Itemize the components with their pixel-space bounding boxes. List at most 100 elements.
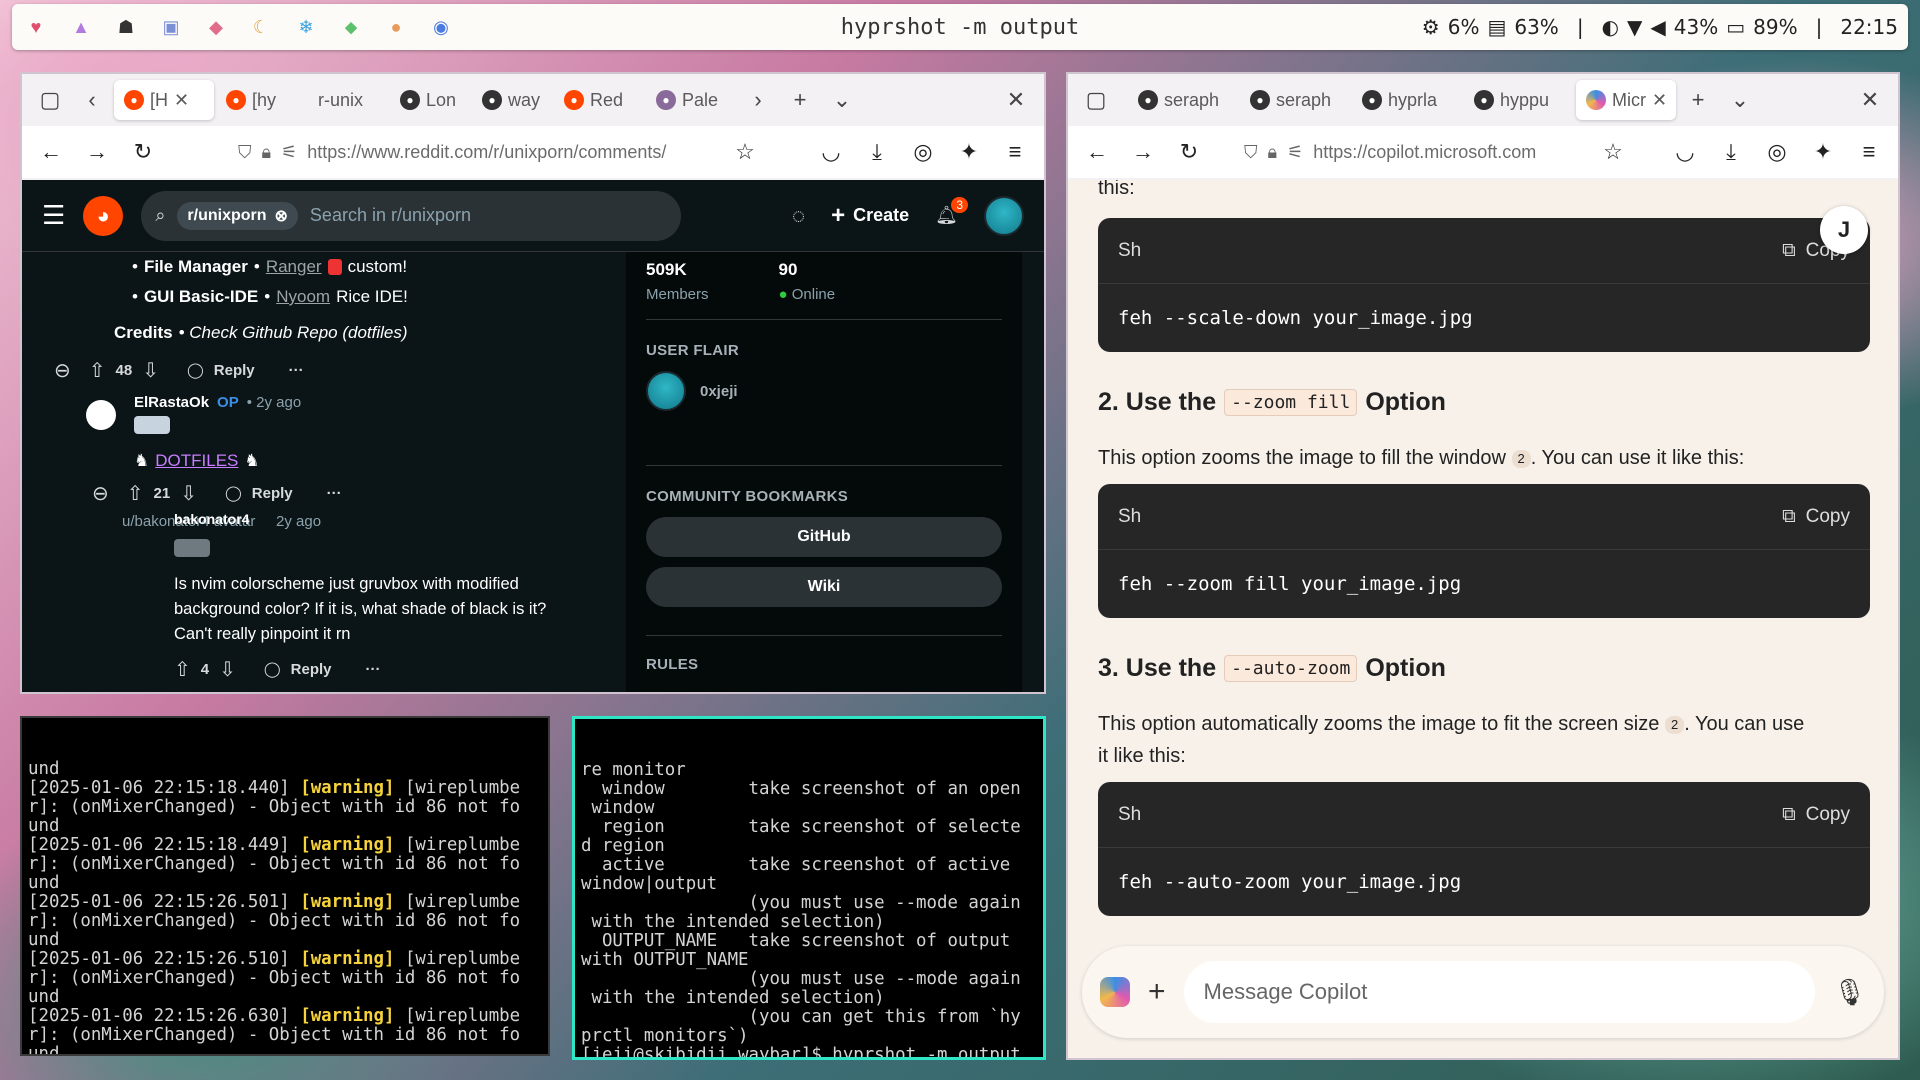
- chat-icon[interactable]: ◌: [792, 203, 805, 229]
- collapse-icon[interactable]: ⊖: [54, 358, 71, 383]
- message-input[interactable]: Message Copilot: [1183, 961, 1815, 1023]
- reply-icon[interactable]: ◯: [187, 361, 204, 379]
- reply-icon[interactable]: ◯: [264, 660, 281, 678]
- tab[interactable]: ● way: [472, 80, 552, 120]
- comment-username[interactable]: ElRastaOk: [134, 394, 209, 411]
- clear-chip-icon[interactable]: ⊗: [275, 206, 288, 226]
- url-text[interactable]: https://www.reddit.com/r/unixporn/commen…: [307, 142, 666, 163]
- extensions-icon[interactable]: ✦: [1802, 131, 1844, 173]
- shield-icon[interactable]: ⛉: [1244, 142, 1258, 163]
- create-button[interactable]: + Create: [831, 202, 909, 230]
- reload-icon[interactable]: ↻: [122, 131, 164, 173]
- elrastaok-avatar[interactable]: [86, 400, 116, 430]
- permissions-icon[interactable]: ⚟: [281, 142, 297, 163]
- notifications-bell-icon[interactable]: 🔔︎ 3: [935, 197, 968, 226]
- reddit-logo-icon[interactable]: ◕: [83, 195, 124, 236]
- moon-icon[interactable]: ☾: [251, 17, 271, 37]
- tab[interactable]: ● Pale: [646, 80, 736, 120]
- microphone-icon[interactable]: 🎙︎: [1833, 977, 1866, 1008]
- volume-icon[interactable]: ◀: [1650, 15, 1665, 39]
- user-avatar[interactable]: [984, 195, 1024, 236]
- comment-username[interactable]: bakonator4: [174, 511, 249, 527]
- downvote-icon[interactable]: ⇩: [142, 358, 159, 383]
- tab[interactable]: ● Red: [554, 80, 644, 120]
- close-tab-icon[interactable]: ✕: [1652, 90, 1667, 111]
- citation-badge[interactable]: 2: [1664, 715, 1685, 734]
- back-icon[interactable]: ←: [30, 131, 72, 173]
- tab[interactable]: ● hyppu: [1464, 80, 1574, 120]
- permissions-icon[interactable]: ⚟: [1287, 142, 1303, 163]
- tab[interactable]: ● seraph: [1128, 80, 1238, 120]
- reply-button[interactable]: Reply: [214, 362, 255, 379]
- more-options-button[interactable]: ···: [366, 661, 381, 678]
- upvote-icon[interactable]: ⇧: [174, 657, 191, 682]
- lock-icon[interactable]: 🔒︎: [1268, 142, 1278, 163]
- wifi-icon[interactable]: ▼: [1627, 15, 1642, 39]
- close-window-icon[interactable]: ✕: [996, 80, 1036, 120]
- snowflake-icon[interactable]: ❄: [296, 17, 316, 37]
- ranger-link[interactable]: Ranger: [266, 257, 322, 277]
- triangle-icon[interactable]: ▲: [71, 17, 91, 37]
- reply-button[interactable]: Reply: [291, 661, 332, 678]
- copy-button[interactable]: ⧉ Copy: [1782, 804, 1850, 826]
- tab-list-chevron-icon[interactable]: ⌄: [1720, 80, 1760, 120]
- collapse-icon[interactable]: ⊖: [92, 481, 109, 506]
- tab-overview-icon[interactable]: ▢: [30, 80, 70, 120]
- tab[interactable]: ● [hy: [216, 80, 306, 120]
- nyoom-link[interactable]: Nyoom: [276, 287, 330, 307]
- reload-icon[interactable]: ↻: [1168, 131, 1210, 173]
- close-tab-icon[interactable]: ✕: [174, 90, 189, 111]
- user-avatar[interactable]: J: [1820, 206, 1868, 254]
- tab[interactable]: ● hyprla: [1352, 80, 1462, 120]
- account-icon[interactable]: ◎: [902, 131, 944, 173]
- downloads-icon[interactable]: ⤓: [856, 131, 898, 173]
- tab-overview-icon[interactable]: ▢: [1076, 80, 1116, 120]
- copilot-logo-icon[interactable]: [1100, 977, 1130, 1007]
- reply-button[interactable]: Reply: [252, 485, 293, 502]
- scroll-left-icon[interactable]: ‹: [72, 80, 112, 120]
- more-options-button[interactable]: ···: [327, 485, 342, 502]
- subreddit-chip[interactable]: r/unixporn ⊗: [177, 201, 298, 230]
- pocket-icon[interactable]: ◡: [1664, 131, 1706, 173]
- menu-icon[interactable]: ≡: [1848, 131, 1890, 173]
- bookmark-star-icon[interactable]: ☆: [1592, 131, 1634, 173]
- github-bookmark-button[interactable]: GitHub: [646, 517, 1002, 557]
- scroll-right-icon[interactable]: ›: [738, 80, 778, 120]
- tab-list-chevron-icon[interactable]: ⌄: [822, 80, 862, 120]
- bookmark-star-icon[interactable]: ☆: [724, 131, 766, 173]
- upvote-icon[interactable]: ⇧: [89, 358, 106, 383]
- close-window-icon[interactable]: ✕: [1850, 80, 1890, 120]
- forward-icon[interactable]: →: [76, 131, 118, 173]
- tab[interactable]: r-unix: [308, 80, 388, 120]
- new-tab-icon[interactable]: +: [780, 80, 820, 120]
- terminal-log[interactable]: und [2025-01-06 22:15:18.440] [warning] […: [20, 716, 550, 1056]
- idle-icon[interactable]: ◐: [1602, 15, 1619, 39]
- account-icon[interactable]: ◎: [1756, 131, 1798, 173]
- pocket-icon[interactable]: ◡: [810, 131, 852, 173]
- shield-icon[interactable]: ⛉: [238, 142, 252, 163]
- headphones-icon[interactable]: ◉: [431, 17, 451, 37]
- volume-value[interactable]: 43%: [1674, 15, 1718, 39]
- downvote-icon[interactable]: ⇩: [180, 481, 197, 506]
- pin-icon[interactable]: ⬥: [341, 17, 361, 37]
- downloads-icon[interactable]: ⤓: [1710, 131, 1752, 173]
- url-text[interactable]: https://copilot.microsoft.com: [1313, 142, 1536, 163]
- back-icon[interactable]: ←: [1076, 131, 1118, 173]
- tab-copilot-active[interactable]: Micr ✕: [1576, 80, 1676, 120]
- heart-icon[interactable]: ♥: [26, 17, 46, 37]
- tab[interactable]: ● Lon: [390, 80, 470, 120]
- lock-icon[interactable]: 🔒︎: [262, 142, 272, 163]
- search-placeholder[interactable]: Search in r/unixporn: [310, 205, 471, 226]
- copy-button[interactable]: ⧉ Copy: [1782, 506, 1850, 528]
- url-bar[interactable]: ⛉ 🔒︎ ⚟ https://copilot.microsoft.com: [1234, 132, 1588, 172]
- car-icon[interactable]: ◆: [206, 17, 226, 37]
- upvote-icon[interactable]: ⇧: [127, 481, 144, 506]
- wiki-bookmark-button[interactable]: Wiki: [646, 567, 1002, 607]
- terminal-active[interactable]: re monitor window take screenshot of an …: [572, 716, 1046, 1060]
- tab-reddit-active[interactable]: ● [H ✕: [114, 80, 214, 120]
- bug-icon[interactable]: ☗: [116, 17, 136, 37]
- reddit-search[interactable]: ⌕ r/unixporn ⊗ Search in r/unixporn: [141, 190, 682, 241]
- downvote-icon[interactable]: ⇩: [219, 657, 236, 682]
- note-icon[interactable]: ▣: [161, 17, 181, 37]
- tab[interactable]: ● seraph: [1240, 80, 1350, 120]
